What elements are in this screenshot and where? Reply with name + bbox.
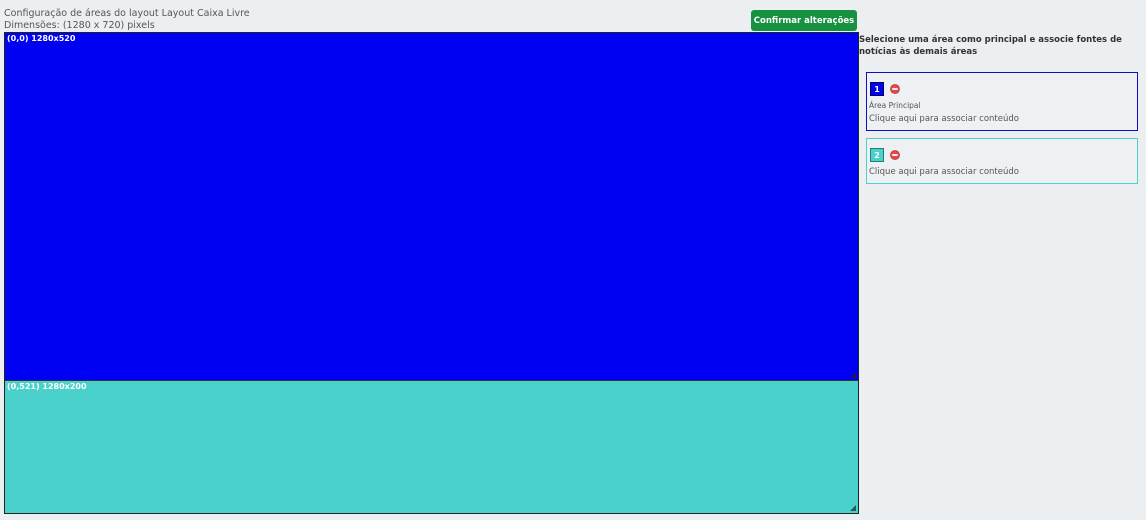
remove-icon[interactable]: [890, 150, 900, 160]
resize-handle-icon[interactable]: [850, 505, 856, 511]
layout-area-2[interactable]: (0,521) 1280x200: [5, 380, 858, 513]
area-2-position-label: (0,521) 1280x200: [7, 382, 87, 391]
sidebar-instructions: Selecione uma área como principal e asso…: [859, 35, 1122, 57]
area-number-badge: 1: [870, 82, 884, 96]
associate-content-link[interactable]: Clique aqui para associar conteúdo: [869, 114, 1019, 124]
associate-content-link[interactable]: Clique aqui para associar conteúdo: [869, 167, 1019, 177]
layout-area-1[interactable]: (0,0) 1280x520: [5, 33, 858, 380]
area-card-1[interactable]: 1 Área Principal Clique aqui para associ…: [866, 72, 1138, 131]
resize-handle-icon[interactable]: [850, 372, 856, 378]
area-number-badge: 2: [870, 148, 884, 162]
layout-dimensions: Dimensões: (1280 x 720) pixels: [4, 20, 155, 31]
remove-icon[interactable]: [890, 84, 900, 94]
layout-canvas: (0,0) 1280x520 (0,521) 1280x200: [4, 32, 859, 514]
confirm-changes-button[interactable]: Confirmar alterações: [751, 10, 857, 31]
page-title: Configuração de áreas do layout Layout C…: [4, 8, 250, 19]
area-1-position-label: (0,0) 1280x520: [7, 34, 76, 43]
area-card-2[interactable]: 2 Clique aqui para associar conteúdo: [866, 138, 1138, 184]
main-area-label: Área Principal: [869, 101, 921, 110]
layout-config-page: Configuração de áreas do layout Layout C…: [0, 0, 1146, 520]
